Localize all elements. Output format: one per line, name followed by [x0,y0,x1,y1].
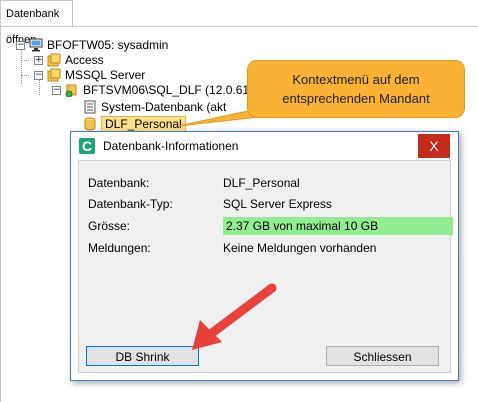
server-connected-icon [65,83,79,98]
db-shrink-button[interactable]: DB Shrink [86,346,199,366]
tab-datenbank-oeffnen[interactable]: Datenbank öffnen [0,0,73,46]
value-meldungen: Keine Meldungen vorhanden [223,241,377,255]
dialog-body: Datenbank: DLF_Personal Datenbank-Typ: S… [78,160,453,373]
value-datenbank: DLF_Personal [223,176,300,190]
database-icon [83,117,97,131]
tree-node-mssql[interactable]: − MSSQL Server [34,67,145,83]
dialog-title: Datenbank-Informationen [103,139,239,153]
collapse-toggle-icon[interactable]: − [52,85,61,95]
tree-node-label: MSSQL Server [65,68,146,82]
value-datenbank-typ: SQL Server Express [223,197,332,211]
app-logo-icon: C [79,138,95,154]
annotation-callout: Kontextmenü auf dem entsprechenden Manda… [247,60,465,118]
tree-line [21,60,29,61]
tree-node-access[interactable]: + Access [34,52,104,68]
database-info-dialog: C Datenbank-Informationen X Datenbank: D… [70,131,459,381]
expand-toggle-icon[interactable]: + [34,55,43,65]
computer-icon [29,38,43,52]
database-group-icon [47,53,61,67]
tree-node-label: Access [65,53,104,67]
callout-line-2: entsprechenden Mandant [282,91,430,106]
schliessen-button[interactable]: Schliessen [326,346,439,366]
label-groesse: Grösse: [88,219,131,233]
close-icon[interactable]: X [418,134,450,158]
tree-node-server[interactable]: − BFTSVM06\SQL_DLF (12.0.6179 [52,82,262,98]
tree-node-dlf-personal[interactable]: DLF_Personal [83,116,186,132]
label-datenbank-typ: Datenbank-Typ: [88,197,173,211]
tree-line [21,75,29,76]
tree-node-sysdb[interactable]: System-Datenbank (akt [83,99,226,115]
document-list-icon [83,100,97,114]
tree-node-label: BFTSVM06\SQL_DLF (12.0.6179 [83,83,263,97]
label-meldungen: Meldungen: [88,241,151,255]
tree-node-label-selected: DLF_Personal [101,116,186,132]
tree-node-root[interactable]: − BFOFTW05: sysadmin [16,37,168,53]
collapse-toggle-icon[interactable]: − [16,40,25,50]
database-group-icon [47,68,61,82]
callout-line-1: Kontextmenü auf dem [292,72,420,87]
dialog-titlebar[interactable]: C Datenbank-Informationen X [71,132,458,160]
tree-node-label: System-Datenbank (akt [101,100,227,114]
tree-node-label: BFOFTW05: sysadmin [47,38,169,52]
label-datenbank: Datenbank: [88,176,150,190]
value-groesse: 2.37 GB von maximal 10 GB [223,217,453,235]
collapse-toggle-icon[interactable]: − [34,70,43,80]
